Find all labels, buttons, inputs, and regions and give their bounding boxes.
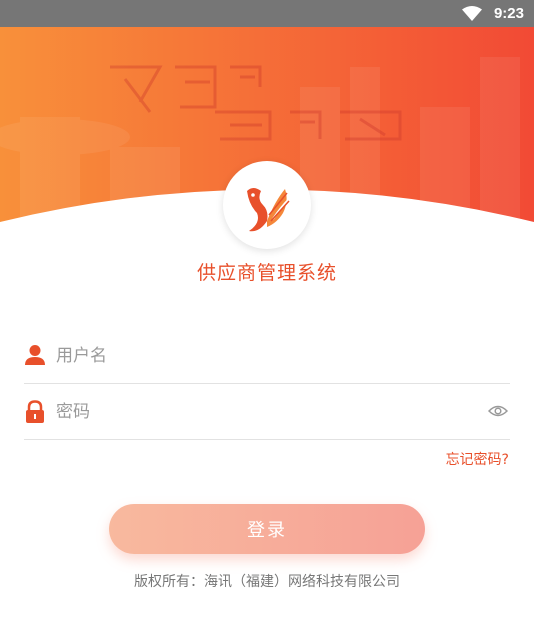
copyright-text: 版权所有：海讯（福建）网络科技有限公司 (134, 574, 400, 590)
user-icon (24, 344, 46, 370)
status-bar: 9:23 (0, 0, 534, 27)
eye-icon[interactable] (487, 403, 509, 422)
username-input[interactable] (56, 338, 476, 374)
password-field (24, 384, 510, 440)
status-time: 9:23 (493, 5, 524, 22)
app-title: 供应商管理系统 (196, 262, 337, 284)
fox-logo-icon (247, 188, 290, 232)
wifi-icon (462, 6, 482, 25)
login-button[interactable]: 登录 (109, 504, 425, 554)
lock-icon (24, 400, 46, 428)
forgot-password-link[interactable]: 忘记密码? (446, 449, 509, 469)
username-field (24, 328, 510, 384)
app-logo (223, 161, 311, 249)
password-input[interactable] (56, 394, 476, 430)
